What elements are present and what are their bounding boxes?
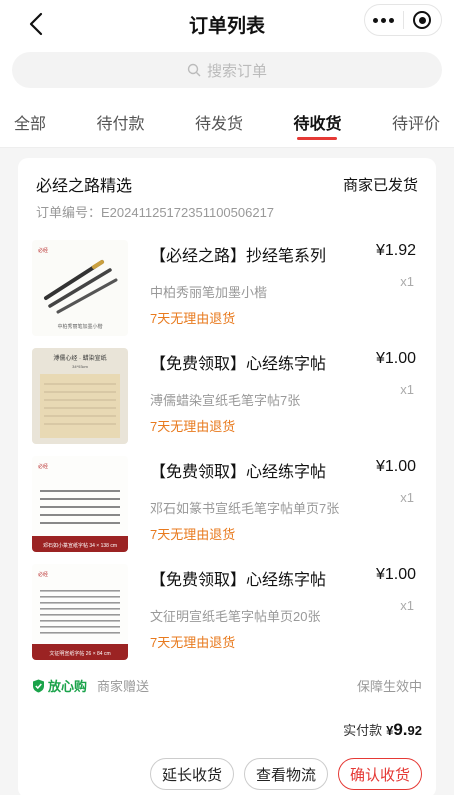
product-name: 【免费领取】心经练字帖: [150, 464, 327, 481]
svg-text:必经: 必经: [38, 247, 48, 254]
search-icon: [187, 63, 201, 77]
shield-check-icon: [33, 679, 44, 692]
product-name: 【必经之路】抄经笔系列: [150, 248, 327, 265]
tab-pending-review[interactable]: 待评价: [392, 96, 440, 148]
product-quantity: x1: [400, 490, 414, 505]
product-quantity: x1: [400, 382, 414, 397]
search-placeholder: 搜索订单: [206, 62, 267, 80]
return-policy: 7天无理由退货: [150, 527, 236, 542]
tab-pending-payment[interactable]: 待付款: [96, 96, 144, 148]
product-quantity: x1: [400, 598, 414, 613]
paid-amount: 实付款 ¥9.92: [343, 720, 422, 740]
product-image: 必经 邓石如小篆宣纸字帖 34 × 138 cm: [32, 456, 128, 552]
thumb-caption: 文征明宣纸字帖 26 × 84 cm: [49, 650, 110, 657]
thumb-caption: 邓石如小篆宣纸字帖 34 × 138 cm: [43, 542, 117, 549]
nav-bar: 订单列表: [0, 0, 454, 48]
list-item[interactable]: 溥儒心经 · 蜡染宣纸 34*93cm 【免费领取】心经练字帖 ¥1.00 x1…: [32, 348, 422, 448]
list-item[interactable]: 必经 邓石如小篆宣纸字帖 34 × 138 cm 【免费领取】心经练字帖 ¥1.…: [32, 456, 422, 556]
product-name: 【免费领取】心经练字帖: [150, 356, 327, 373]
list-item[interactable]: 必经 文征明宣纸字帖 26 × 84 cm 【免费领取】心经练字帖 ¥1.00 …: [32, 564, 422, 664]
more-icon[interactable]: [365, 17, 403, 23]
back-button[interactable]: [18, 6, 54, 42]
order-status: 商家已发货: [342, 176, 418, 194]
miniapp-capsule: [364, 4, 442, 36]
svg-text:必经: 必经: [38, 463, 48, 470]
product-image: 溥儒心经 · 蜡染宣纸 34*93cm: [32, 348, 128, 444]
close-miniapp-icon[interactable]: [404, 11, 442, 29]
return-policy: 7天无理由退货: [150, 635, 236, 650]
product-spec: 邓石如篆书宣纸毛笔字帖单页7张: [150, 501, 340, 516]
guarantee-status: 保障生效中: [356, 679, 422, 694]
product-image: 必经 中柏秀丽笔加墨小楷: [32, 240, 128, 336]
tab-all[interactable]: 全部: [14, 96, 46, 148]
order-number: 订单编号：E20241125172351100506217: [36, 205, 275, 220]
product-price: ¥1.00: [375, 350, 416, 367]
search-input[interactable]: 搜索订单: [12, 52, 442, 88]
product-spec: 文征明宣纸毛笔字帖单页20张: [150, 609, 321, 624]
thumb-caption: 溥儒心经 · 蜡染宣纸: [53, 354, 106, 362]
chevron-left-icon: [29, 12, 43, 36]
guarantee-row: 放心购 商家赠送 保障生效中: [32, 676, 422, 695]
paid-integer: 9.: [393, 720, 408, 739]
product-quantity: x1: [400, 274, 414, 289]
product-name: 【免费领取】心经练字帖: [150, 572, 327, 589]
product-spec: 中柏秀丽笔加墨小楷: [150, 285, 268, 300]
order-card[interactable]: 必经之路精选 商家已发货 订单编号：E202411251723511005062…: [18, 158, 436, 795]
paid-label: 实付款: [343, 723, 383, 738]
guarantee-label: 放心购: [48, 679, 88, 694]
product-price: ¥1.92: [375, 242, 416, 259]
product-price: ¥1.00: [375, 458, 416, 475]
tab-pending-receipt[interactable]: 待收货: [293, 96, 341, 148]
product-image: 必经 文征明宣纸字帖 26 × 84 cm: [32, 564, 128, 660]
svg-text:必经: 必经: [38, 571, 48, 578]
extend-receipt-button[interactable]: 延长收货: [149, 758, 234, 790]
guarantee-badge[interactable]: 放心购: [32, 676, 87, 695]
return-policy: 7天无理由退货: [150, 311, 236, 326]
order-actions: 延长收货 查看物流 确认收货: [149, 758, 422, 790]
return-policy: 7天无理由退货: [150, 419, 236, 434]
order-tabs: 全部 待付款 待发货 待收货 待评价: [0, 96, 454, 148]
thumb-caption: 中柏秀丽笔加墨小楷: [57, 323, 102, 330]
paid-decimal: 92: [407, 723, 422, 738]
list-item[interactable]: 必经 中柏秀丽笔加墨小楷 【必经之路】抄经笔系列 ¥1.92 x1 中柏秀丽笔加…: [32, 240, 422, 340]
view-logistics-button[interactable]: 查看物流: [243, 758, 328, 790]
gift-note: 商家赠送: [97, 679, 150, 694]
product-spec: 溥儒蜡染宣纸毛笔字帖7张: [150, 393, 301, 408]
thumb-subcaption: 34*93cm: [72, 364, 88, 369]
page-title: 订单列表: [188, 15, 265, 37]
tab-pending-shipment[interactable]: 待发货: [195, 96, 243, 148]
product-price: ¥1.00: [375, 566, 416, 583]
shop-name[interactable]: 必经之路精选: [36, 172, 132, 196]
confirm-receipt-button[interactable]: 确认收货: [337, 758, 422, 790]
